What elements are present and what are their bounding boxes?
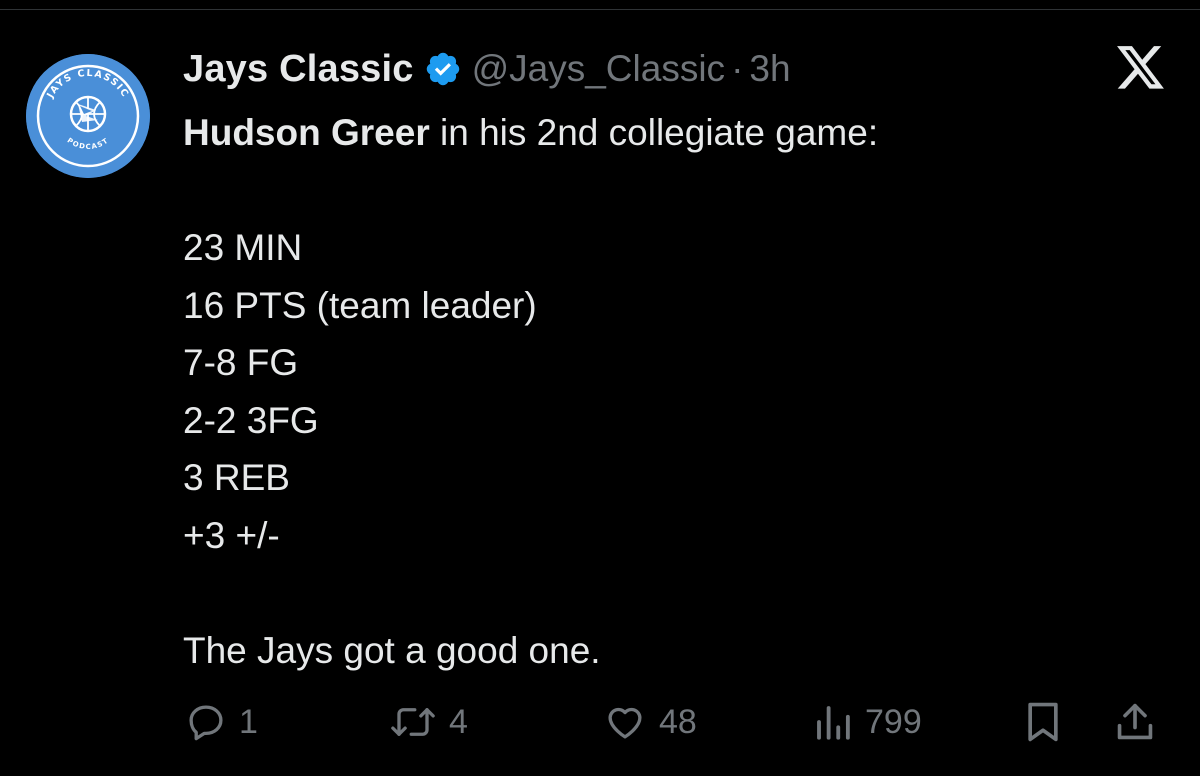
- closing-line: The Jays got a good one.: [183, 629, 601, 671]
- reply-button[interactable]: 1: [185, 694, 258, 750]
- like-button[interactable]: 48: [603, 694, 697, 750]
- tweet-header: Jays Classic @Jays_Classic · 3h: [183, 44, 791, 94]
- divider: [0, 9, 1200, 10]
- comment-icon: [189, 705, 223, 741]
- repost-button[interactable]: 4: [389, 694, 468, 750]
- stat-line: 16 PTS (team leader): [183, 284, 537, 326]
- mentioned-player-name: Hudson Greer: [183, 112, 430, 153]
- display-name[interactable]: Jays Classic: [183, 48, 414, 91]
- timestamp[interactable]: 3h: [749, 48, 790, 90]
- view-count: 799: [865, 702, 922, 741]
- separator-dot: ·: [731, 48, 744, 89]
- stat-line: +3 +/-: [183, 514, 280, 556]
- intro-line: Hudson Greer in his 2nd collegiate game:: [183, 104, 1173, 162]
- x-logo-icon: [1116, 46, 1166, 92]
- verified-badge-icon: [424, 50, 462, 88]
- views-button[interactable]: 799: [813, 694, 922, 750]
- bookmark-button[interactable]: [1023, 694, 1063, 750]
- avatar[interactable]: JAYS CLASSIC PODCAST: [26, 54, 150, 178]
- views-bar-icon: [817, 706, 850, 740]
- user-handle[interactable]: @Jays_Classic: [472, 48, 725, 90]
- repost-icon: [391, 708, 435, 736]
- tweet-card: JAYS CLASSIC PODCAST Jays Classic @Jays_…: [0, 0, 1200, 776]
- stat-line: 7-8 FG: [183, 342, 299, 383]
- stat-line: 3 REB: [183, 457, 290, 498]
- stat-line: 23 MIN: [183, 227, 303, 268]
- share-icon: [1117, 703, 1153, 740]
- action-bar: 1 4 48 799: [183, 694, 1173, 750]
- stat-line: 2-2 3FG: [183, 399, 319, 441]
- jays-classic-podcast-logo: JAYS CLASSIC PODCAST: [26, 54, 150, 178]
- like-count: 48: [659, 702, 697, 741]
- intro-rest: in his 2nd collegiate game:: [429, 112, 879, 153]
- share-button[interactable]: [1115, 694, 1155, 750]
- heart-icon: [608, 707, 642, 739]
- bookmark-icon: [1028, 702, 1058, 742]
- reply-count: 1: [239, 702, 258, 741]
- repost-count: 4: [449, 702, 468, 741]
- tweet-text: Hudson Greer in his 2nd collegiate game:…: [183, 104, 1173, 679]
